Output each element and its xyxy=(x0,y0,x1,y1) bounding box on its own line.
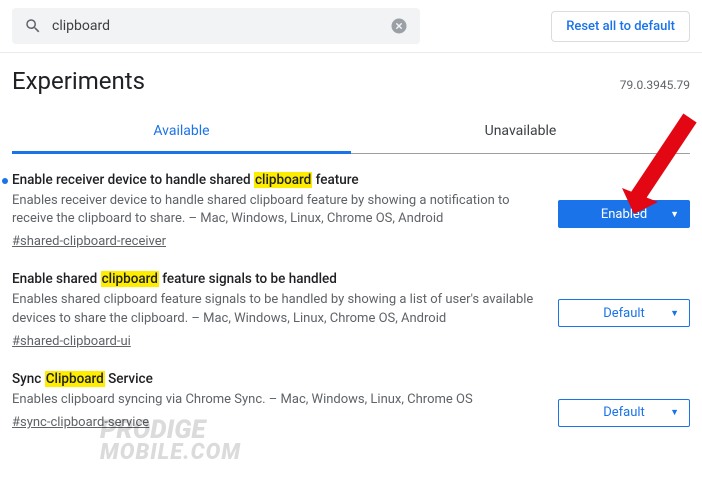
select-value: Default xyxy=(603,306,645,321)
experiment-hash-link[interactable]: #sync-clipboard-service xyxy=(12,415,149,430)
modified-dot xyxy=(2,178,8,184)
experiment-title: Enable shared clipboard feature signals … xyxy=(12,271,534,287)
select-value: Default xyxy=(603,405,645,420)
experiment-state-select[interactable]: Enabled ▼ xyxy=(558,200,690,228)
experiment-title: Enable receiver device to handle shared … xyxy=(12,172,534,188)
experiment-description: Enables shared clipboard feature signals… xyxy=(12,291,534,327)
experiment-title: Sync Clipboard Service xyxy=(12,371,534,387)
version-label: 79.0.3945.79 xyxy=(620,78,690,92)
chevron-down-icon: ▼ xyxy=(670,308,679,319)
clear-search-icon[interactable] xyxy=(390,17,408,35)
tab-available[interactable]: Available xyxy=(12,115,351,154)
experiment-hash-link[interactable]: #shared-clipboard-ui xyxy=(12,334,131,349)
experiment-hash-link[interactable]: #shared-clipboard-receiver xyxy=(12,234,166,249)
search-input[interactable] xyxy=(52,18,380,34)
experiment-state-select[interactable]: Default ▼ xyxy=(558,399,690,427)
experiment-description: Enables receiver device to handle shared… xyxy=(12,192,534,228)
reset-all-button[interactable]: Reset all to default xyxy=(551,11,690,42)
experiment-description: Enables clipboard syncing via Chrome Syn… xyxy=(12,391,534,409)
page-title: Experiments xyxy=(12,67,145,95)
select-value: Enabled xyxy=(601,207,647,222)
experiment-state-select[interactable]: Default ▼ xyxy=(558,299,690,327)
search-icon xyxy=(24,17,42,35)
chevron-down-icon: ▼ xyxy=(670,209,679,220)
experiment-row: Sync Clipboard Service Enables clipboard … xyxy=(0,353,702,434)
chevron-down-icon: ▼ xyxy=(670,407,679,418)
experiment-row: Enable shared clipboard feature signals … xyxy=(0,253,702,352)
tab-unavailable[interactable]: Unavailable xyxy=(351,115,690,154)
tabs: Available Unavailable xyxy=(12,115,690,154)
search-box[interactable] xyxy=(12,8,420,44)
experiment-row: Enable receiver device to handle shared … xyxy=(0,154,702,253)
